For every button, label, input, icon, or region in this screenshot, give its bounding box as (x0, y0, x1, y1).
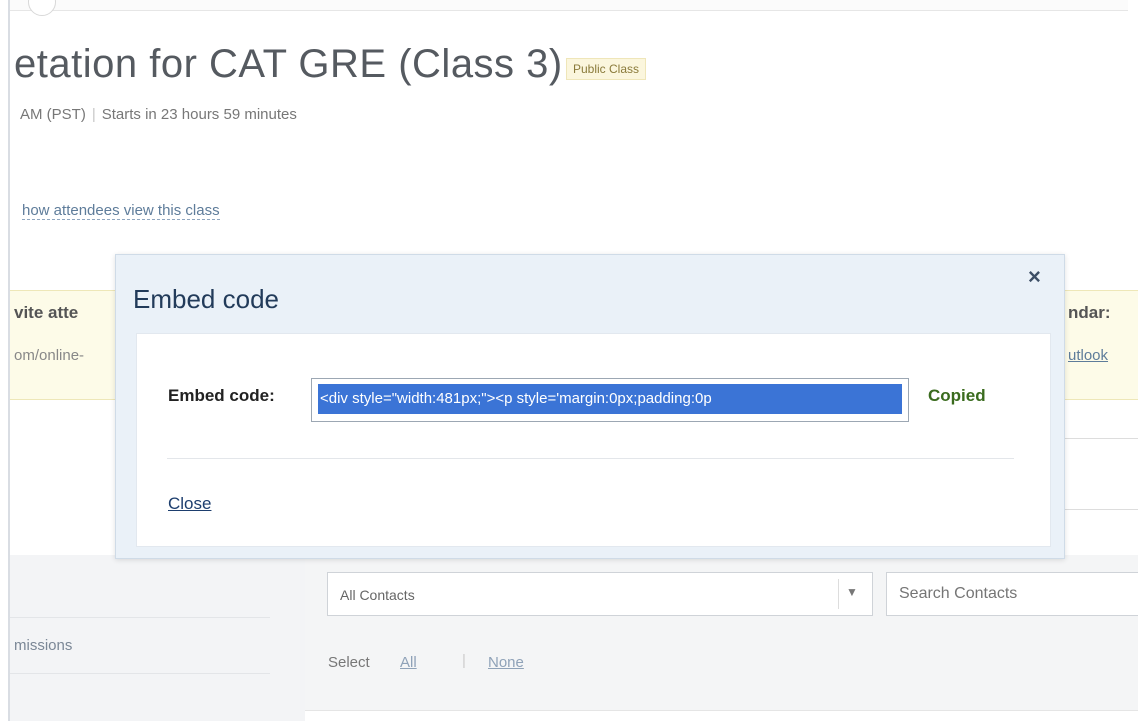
calendar-label: ndar: (1068, 303, 1111, 322)
starts-in-text: Starts in 23 hours 59 minutes (101, 106, 297, 123)
modal-title: Embed code (133, 284, 279, 314)
page-background: etation for CAT GRE (Class 3) Public Cla… (0, 0, 1138, 722)
search-contacts-input[interactable] (886, 572, 1138, 616)
permissions-label[interactable]: missions (14, 637, 72, 654)
contacts-filter-value: All Contacts (340, 587, 415, 603)
top-bar (10, 0, 1128, 11)
embed-code-label: Embed code: (168, 386, 275, 405)
select-all-link[interactable]: All (400, 654, 417, 671)
outlook-link[interactable]: utlook (1068, 347, 1108, 364)
select-separator: | (462, 652, 466, 669)
close-link[interactable]: Close (168, 494, 211, 514)
modal-divider (167, 458, 1014, 459)
left-panel-divider (10, 617, 270, 618)
modal-body (136, 333, 1051, 547)
time-separator: | (91, 106, 96, 123)
top-circle-icon (28, 0, 56, 16)
left-panel-divider (10, 673, 270, 674)
select-divider (838, 579, 839, 609)
view-as-attendee-link[interactable]: how attendees view this class (22, 202, 220, 220)
dropdown-arrow-icon[interactable]: ▼ (846, 585, 858, 599)
public-class-badge: Public Class (566, 58, 647, 80)
select-none-link[interactable]: None (488, 654, 524, 671)
invite-attendees-label: vite atte (14, 303, 79, 322)
copied-status: Copied (928, 386, 986, 405)
invite-url: om/online- (14, 347, 85, 364)
select-label: Select (328, 654, 370, 671)
contacts-list-header (305, 710, 1138, 722)
embed-code-field[interactable]: <div style="width:481px;"><p style='marg… (311, 378, 909, 422)
embed-code-value[interactable]: <div style="width:481px;"><p style='marg… (318, 384, 902, 414)
class-time: AM (PST) | Starts in 23 hours 59 minutes (20, 106, 297, 123)
class-time-text: AM (PST) (20, 106, 86, 123)
class-title: etation for CAT GRE (Class 3) (14, 42, 563, 86)
close-icon[interactable]: × (1028, 264, 1041, 290)
contacts-filter-select[interactable]: All Contacts ▼ (327, 572, 873, 616)
